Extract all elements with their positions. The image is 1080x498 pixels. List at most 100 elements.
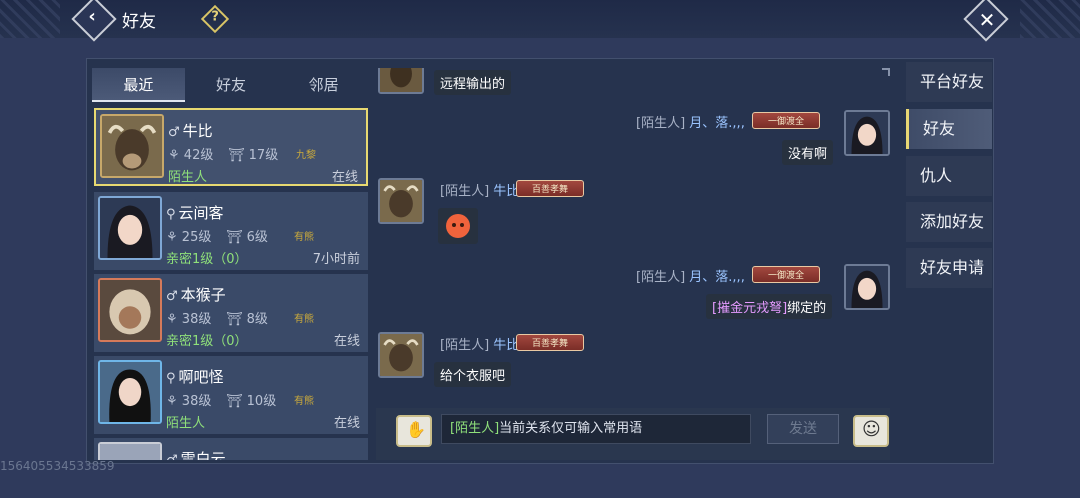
avatar — [98, 442, 162, 460]
close-button[interactable]: ✕ — [963, 0, 1009, 42]
message-bubble: 远程输出的 — [434, 70, 512, 95]
nav-platform-friends[interactable]: 平台好友 — [906, 62, 992, 102]
level-icon: ⚘ — [166, 312, 178, 327]
title-badge: 一御渡全 — [752, 266, 820, 283]
online-status: 在线 — [333, 334, 360, 349]
home-level: 8级 — [246, 312, 268, 327]
home-level: 10级 — [246, 394, 277, 409]
tab-neighbors[interactable]: 邻居 — [277, 68, 370, 102]
avatar — [844, 110, 890, 156]
relation-label: 亲密1级（0） — [166, 252, 248, 267]
avatar — [378, 178, 424, 224]
home-level: 6级 — [246, 230, 268, 245]
chat-message: [陌生人] 月、落.,,, 一御渡全 [摧金元戎弩]绑定的 — [376, 264, 890, 324]
online-status: 7小时前 — [312, 252, 360, 267]
chat-message: [陌生人] 月、落.,,, 一御渡全 没有啊 — [376, 110, 890, 170]
title-badge: 百善孝舞 — [516, 334, 584, 351]
avatar — [378, 332, 424, 378]
input-placeholder: 当前关系仅可输入常用语 — [499, 421, 643, 436]
message-bubble: 给个衣服吧 — [434, 362, 512, 387]
nav-enemies[interactable]: 仇人 — [906, 156, 992, 196]
level-icon: ⚘ — [166, 230, 178, 245]
avatar — [98, 278, 162, 342]
title-badge: 一御渡全 — [752, 112, 820, 129]
chat-input[interactable]: [陌生人]当前关系仅可输入常用语 — [441, 414, 751, 444]
chat-message: [陌生人] 牛比 百善孝舞 — [376, 178, 890, 248]
clan-label: 九黎 — [296, 150, 316, 161]
avatar — [100, 114, 164, 178]
friend-name: 啊吧怪 — [178, 368, 224, 386]
relation-tag: [陌生人] — [440, 338, 490, 353]
item-link[interactable]: [摧金元戎弩] — [712, 301, 787, 316]
friend-list-pane: 最近 好友 邻居 ♂ 牛比 ⚘ 42级 ⛩ 17级 九黎 陌生人 在线 ⚲ 云间客 … — [92, 68, 370, 460]
level-icon: ⚘ — [168, 148, 180, 163]
friend-item[interactable]: ♂雪白云 — [94, 438, 368, 460]
message-bubble — [438, 208, 478, 244]
friend-name: 本猴子 — [180, 286, 226, 304]
message-bubble: 没有啊 — [782, 140, 834, 165]
back-button[interactable]: ‹ — [71, 0, 117, 42]
female-icon: ⚲ — [166, 371, 176, 386]
avatar — [98, 196, 162, 260]
hand-icon: ✋ — [406, 420, 426, 439]
female-icon: ⚲ — [166, 207, 176, 222]
chat-message: 远程输出的 — [376, 68, 890, 98]
nav-add-friend[interactable]: 添加好友 — [906, 202, 992, 242]
sender-name: 月、落.,,, — [689, 270, 745, 285]
sad-face-icon — [446, 214, 470, 238]
chevron-left-icon: ‹ — [88, 5, 96, 27]
chat-input-bar: ✋ [陌生人]当前关系仅可输入常用语 发送 ☺ — [376, 408, 890, 460]
user-id-watermark: 156405534533859 — [0, 459, 115, 473]
home-icon: ⛩ — [226, 394, 243, 409]
chat-pane[interactable]: 远程输出的 [陌生人] 月、落.,,, 一御渡全 没有啊 [陌生人] 牛比 百善… — [376, 68, 890, 408]
home-icon: ⛩ — [228, 148, 245, 163]
friend-level: 38级 — [181, 312, 212, 327]
friend-name: 雪白云 — [180, 450, 226, 460]
relation-tag: [陌生人] — [636, 116, 686, 131]
home-icon: ⛩ — [226, 230, 243, 245]
relation-tag: [陌生人] — [450, 421, 500, 436]
friend-item[interactable]: ♂ 本猴子 ⚘ 38级 ⛩ 8级 有熊 亲密1级（0） 在线 — [94, 274, 368, 352]
title-badge: 百善孝舞 — [516, 180, 584, 197]
relation-label: 陌生人 — [168, 170, 208, 185]
top-bar: ‹ 好友 ? ✕ — [0, 0, 1080, 42]
online-status: 在线 — [331, 170, 358, 185]
friend-name: 牛比 — [182, 122, 213, 140]
avatar — [98, 360, 162, 424]
send-button[interactable]: 发送 — [767, 414, 839, 444]
relation-tag: [陌生人] — [440, 184, 490, 199]
friend-item[interactable]: ⚲ 啊吧怪 ⚘ 38级 ⛩ 10级 有熊 陌生人 在线 — [94, 356, 368, 434]
relation-label: 陌生人 — [166, 416, 206, 431]
scroll-indicator — [882, 68, 890, 76]
friend-item[interactable]: ♂ 牛比 ⚘ 42级 ⛩ 17级 九黎 陌生人 在线 — [94, 108, 368, 186]
avatar — [844, 264, 890, 310]
close-icon: ✕ — [978, 7, 996, 32]
sender-name: 月、落.,,, — [689, 116, 745, 131]
level-icon: ⚘ — [166, 394, 178, 409]
chat-message: [陌生人] 牛比 百善孝舞 给个衣服吧 — [376, 332, 890, 392]
emoji-button[interactable]: ☺ — [853, 415, 889, 447]
clan-label: 有熊 — [294, 314, 314, 325]
home-level: 17级 — [248, 148, 279, 163]
header-decoration — [1020, 0, 1080, 38]
male-icon: ♂ — [166, 453, 178, 460]
page-title: 好友 — [122, 12, 156, 32]
avatar — [378, 68, 424, 94]
friend-level: 25级 — [181, 230, 212, 245]
relation-tag: [陌生人] — [636, 270, 686, 285]
header-decoration — [0, 0, 60, 38]
tab-recent[interactable]: 最近 — [92, 68, 185, 102]
message-bubble: [摧金元戎弩]绑定的 — [706, 294, 833, 319]
tab-friends[interactable]: 好友 — [185, 68, 278, 102]
nav-friend-requests[interactable]: 好友申请 — [906, 248, 992, 288]
home-icon: ⛩ — [226, 312, 243, 327]
male-icon: ♂ — [166, 289, 178, 304]
friend-name: 云间客 — [178, 204, 224, 222]
list-tabs: 最近 好友 邻居 — [92, 68, 370, 102]
quick-phrase-button[interactable]: ✋ — [396, 415, 432, 447]
help-icon[interactable]: ? — [200, 4, 230, 34]
clan-label: 有熊 — [294, 232, 314, 243]
online-status: 在线 — [333, 416, 360, 431]
nav-friends[interactable]: 好友 — [906, 109, 992, 149]
friend-item[interactable]: ⚲ 云间客 ⚘ 25级 ⛩ 6级 有熊 亲密1级（0） 7小时前 — [94, 192, 368, 270]
